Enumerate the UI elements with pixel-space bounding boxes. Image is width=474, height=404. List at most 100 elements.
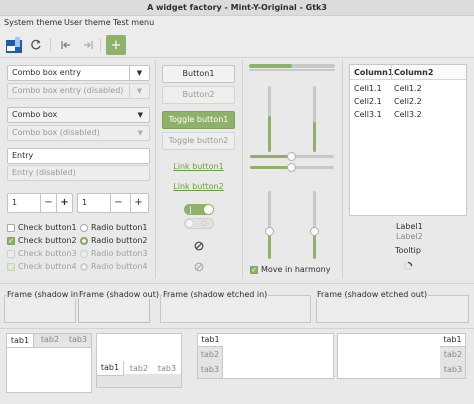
toggle-button-1[interactable]: Toggle button1 — [162, 111, 235, 129]
go-first-button[interactable] — [56, 35, 76, 55]
tab-top-1[interactable]: tab1 — [6, 333, 34, 348]
app-icon-button[interactable] — [4, 35, 24, 55]
add-button[interactable]: + — [106, 35, 126, 55]
vertical-scale-2[interactable] — [313, 86, 316, 152]
radio-button-2-label[interactable]: Radio button2 — [91, 236, 148, 245]
chevron-down-icon[interactable]: ▼ — [129, 66, 149, 80]
unavailable-icon — [194, 241, 204, 251]
menu-user-theme[interactable]: User theme — [64, 18, 111, 27]
window-titlebar: A widget factory - Mint-Y-Original - Gtk… — [0, 0, 474, 16]
tree-cell[interactable]: Cell2.1 — [354, 97, 382, 106]
tab-bottom-2[interactable]: tab2 — [125, 362, 153, 376]
tree-cell[interactable]: Cell3.2 — [394, 110, 422, 119]
tab-top-2[interactable]: tab2 — [36, 333, 64, 347]
check-button-2-box[interactable]: ✓ — [7, 237, 15, 245]
horizontal-scale-1-handle[interactable] — [287, 152, 296, 161]
switch-on[interactable]: | — [184, 204, 214, 215]
tab-bottom-3[interactable]: tab3 — [153, 362, 181, 376]
horizontal-scale-2-fill — [250, 166, 292, 169]
tab-left-3[interactable]: tab3 — [197, 363, 223, 377]
radio-button-4-circle — [80, 263, 88, 271]
tree-cell[interactable]: Cell1.1 — [354, 84, 382, 93]
tree-column-2-header[interactable]: Column2 — [394, 68, 433, 77]
tab-top-3[interactable]: tab3 — [64, 333, 92, 347]
menu-test-menu[interactable]: Test menu — [113, 18, 154, 27]
tree-cell[interactable]: Cell2.2 — [394, 97, 422, 106]
menu-system-theme[interactable]: System theme — [4, 18, 62, 27]
combo-box[interactable]: Combo box ▼ — [7, 107, 150, 123]
plus-icon[interactable]: + — [130, 194, 146, 212]
check-button-4-label: Check button4 — [18, 262, 77, 271]
vertical-scale-4-handle[interactable] — [310, 226, 319, 236]
radio-button-3-circle — [80, 250, 88, 258]
tree-header: Column1 Column2 — [350, 65, 466, 80]
unavailable-icon-disabled — [194, 262, 204, 272]
check-button-1-label[interactable]: Check button1 — [18, 223, 77, 232]
radio-button-2-circle[interactable] — [80, 237, 88, 245]
combo-box-entry[interactable]: Combo box entry ▼ — [7, 65, 150, 81]
toolbar: + — [0, 31, 474, 58]
vertical-scale-3[interactable] — [265, 191, 274, 259]
notebook-left-page — [222, 333, 334, 379]
tab-bottom-1[interactable]: tab1 — [96, 361, 124, 376]
tab-right-2[interactable]: tab2 — [440, 348, 466, 362]
tree-cell[interactable]: Cell3.1 — [354, 110, 382, 119]
progress-bar-top — [249, 64, 335, 68]
horizontal-scale-2-handle[interactable] — [287, 163, 296, 172]
refresh-button[interactable] — [26, 35, 46, 55]
switch-off-indicator-icon: ○ — [200, 219, 207, 227]
minus-icon[interactable]: − — [40, 194, 56, 212]
check-button-4-box: ✓ — [7, 263, 15, 271]
vertical-scale-3-fill — [268, 231, 271, 259]
frame-shadow-etched-out-title: Frame (shadow etched out) — [316, 290, 429, 299]
plus-icon[interactable]: + — [56, 194, 72, 212]
radio-button-1-label[interactable]: Radio button1 — [91, 223, 148, 232]
frame-shadow-etched-in — [160, 295, 311, 323]
horizontal-scale-1-fill — [250, 155, 292, 158]
vertical-scale-4[interactable] — [310, 191, 319, 259]
spin-button-1[interactable]: 1 − + — [7, 193, 73, 213]
minus-icon[interactable]: − — [110, 194, 126, 212]
row-separator — [0, 283, 474, 284]
row-separator — [0, 328, 474, 329]
check-button-1-box[interactable] — [7, 224, 15, 232]
vertical-scale-3-handle[interactable] — [265, 226, 274, 236]
move-in-harmony-label[interactable]: Move in harmony — [261, 265, 330, 274]
vertical-scale-1[interactable] — [268, 86, 271, 152]
tooltip-label: Tooltip — [395, 246, 421, 255]
tree-cell[interactable]: Cell1.2 — [394, 84, 422, 93]
horizontal-scale-2[interactable] — [250, 163, 334, 172]
spinner-icon — [403, 261, 413, 271]
gtk-logo-icon — [6, 37, 22, 53]
column-separator — [242, 60, 243, 278]
tab-right-1[interactable]: tab1 — [440, 333, 466, 347]
tab-right-3[interactable]: tab3 — [440, 363, 466, 377]
spin-button-2[interactable]: 1 − + — [77, 193, 149, 213]
switch-knob — [185, 219, 194, 228]
vertical-scale-4-fill — [313, 231, 316, 259]
spin-value[interactable]: 1 — [12, 198, 17, 207]
horizontal-scale-1[interactable] — [250, 152, 334, 161]
entry-field[interactable]: Entry — [7, 148, 150, 164]
tab-left-1[interactable]: tab1 — [197, 333, 223, 347]
label-2: Label2 — [396, 232, 423, 241]
tree-column-1-header[interactable]: Column1 — [354, 68, 393, 77]
check-button-2-label[interactable]: Check button2 — [18, 236, 77, 245]
link-button-2[interactable]: Link button2 — [162, 182, 235, 191]
spin-value[interactable]: 1 — [82, 198, 87, 207]
frame-shadow-etched-out — [316, 295, 469, 323]
column-separator — [342, 60, 343, 278]
frame-shadow-etched-in-title: Frame (shadow etched in) — [162, 290, 269, 299]
combo-box-entry-disabled: Combo box entry (disabled) ▼ — [7, 83, 150, 99]
tab-left-2[interactable]: tab2 — [197, 348, 223, 362]
radio-button-1-circle[interactable] — [80, 224, 88, 232]
go-last-button[interactable] — [78, 35, 98, 55]
progress-bar-under — [249, 69, 335, 71]
go-first-icon — [61, 41, 70, 49]
notebook-right-page — [337, 333, 441, 379]
link-button-1[interactable]: Link button1 — [162, 162, 235, 171]
move-in-harmony-checkbox[interactable]: ✓ — [250, 266, 258, 274]
button-1[interactable]: Button1 — [162, 65, 235, 83]
entry-disabled-text: Entry (disabled) — [12, 168, 76, 177]
tree-view[interactable]: Column1 Column2 Cell1.1 Cell1.2 Cell2.1 … — [349, 64, 467, 216]
